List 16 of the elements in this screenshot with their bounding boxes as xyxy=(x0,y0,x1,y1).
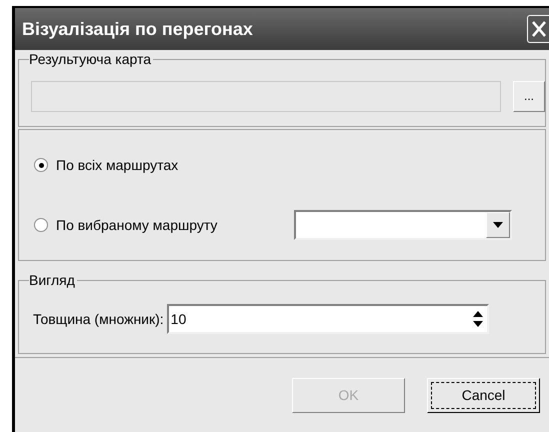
radio-label[interactable]: По вибраному маршруту xyxy=(56,214,218,236)
dropdown-arrow-button[interactable] xyxy=(486,212,510,238)
thickness-label: Товщина (множник): xyxy=(33,310,164,329)
thickness-value: 10 xyxy=(170,310,186,328)
close-icon xyxy=(532,21,546,37)
close-button[interactable] xyxy=(527,15,549,43)
browse-button[interactable]: ... xyxy=(513,80,545,112)
window-title: Візуалізація по перегонах xyxy=(22,18,253,41)
thickness-spin-field[interactable]: 10 xyxy=(166,304,489,334)
radio-button[interactable] xyxy=(34,158,48,172)
radio-label[interactable]: По всіх маршрутах xyxy=(56,154,178,176)
caret-icon xyxy=(493,222,503,228)
spin-arrows-icon[interactable] xyxy=(470,309,485,329)
radio-button[interactable] xyxy=(34,218,48,232)
dialog-button[interactable]: Cancel xyxy=(427,378,540,413)
route-dropdown[interactable] xyxy=(294,210,512,240)
